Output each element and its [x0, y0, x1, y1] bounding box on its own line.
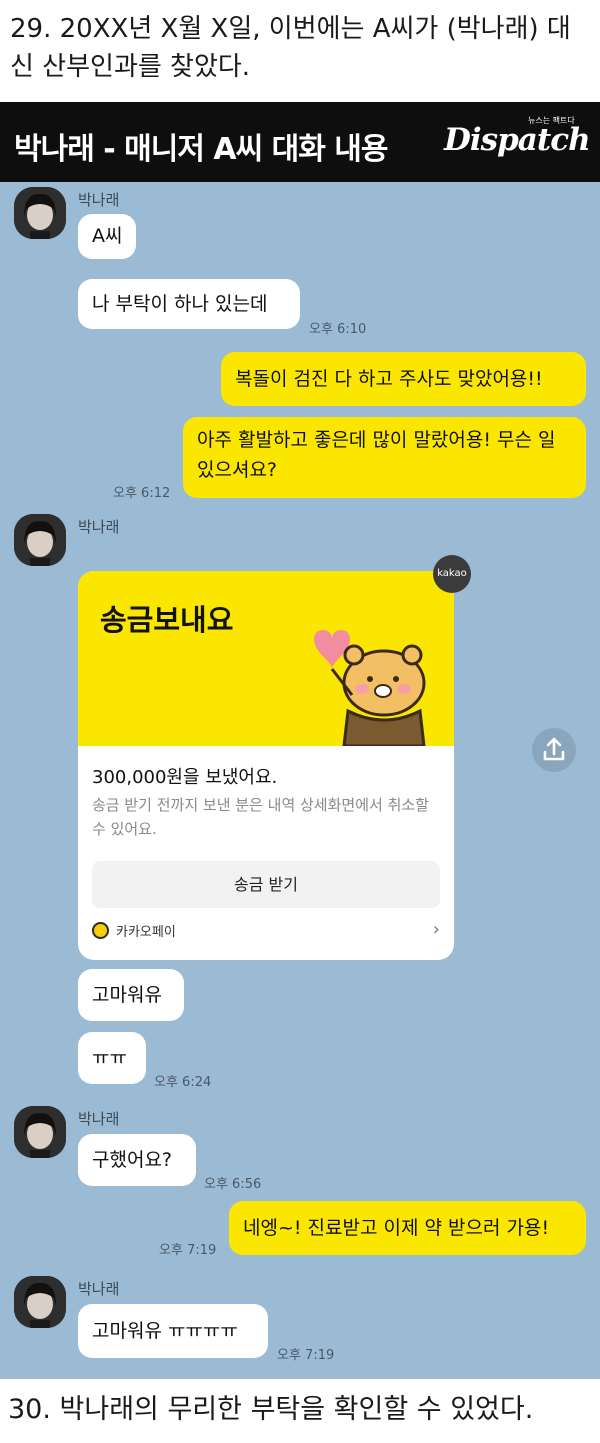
message-bubble-received[interactable]: 나 부탁이 하나 있는데 [78, 279, 300, 329]
kakao-badge: kakao [433, 555, 471, 593]
sender-name: 박나래 [78, 1110, 120, 1128]
sender-avatar[interactable] [14, 514, 66, 566]
message-bubble-sent[interactable]: 복돌이 검진 다 하고 주사도 맞았어용!! [221, 352, 586, 406]
message-bubble-sent[interactable]: 네엥~! 진료받고 이제 약 받으러 가용! [229, 1201, 586, 1255]
message-timestamp: 오후 7:19 [159, 1243, 217, 1258]
chevron-right-icon: › [432, 919, 440, 940]
ryan-heart-icon [314, 630, 426, 746]
message-bubble-received[interactable]: 구했어요? [78, 1134, 196, 1186]
message-bubble-received[interactable]: A씨 [78, 214, 137, 259]
message-timestamp: 오후 6:10 [309, 322, 367, 337]
transfer-amount: 300,000원을 보냈어요. [92, 767, 278, 788]
dispatch-logo: Dispatch [444, 122, 591, 158]
top-caption: 29. 20XX년 X월 X일, 이번에는 A씨가 (박나래) 대신 산부인과를… [0, 0, 600, 102]
sender-avatar[interactable] [14, 1106, 66, 1158]
sender-avatar[interactable] [14, 187, 66, 239]
message-bubble-received[interactable]: ㅠㅠ [78, 1032, 146, 1084]
message-bubble-received[interactable]: 고마워유 ㅠㅠㅠㅠ [78, 1304, 268, 1358]
sender-name: 박나래 [78, 191, 120, 209]
transfer-card-title: 송금보내요 [100, 603, 234, 637]
sender-avatar[interactable] [14, 1276, 66, 1328]
bottom-caption: 30. 박나래의 무리한 부탁을 확인할 수 있었다. [0, 1379, 600, 1443]
message-timestamp: 오후 6:24 [154, 1075, 212, 1090]
chat-area[interactable]: 박나래 A씨 나 부탁이 하나 있는데 오후 6:10 복돌이 검진 다 하고 … [0, 182, 600, 1379]
message-timestamp: 오후 6:56 [204, 1177, 262, 1192]
kakaopay-row[interactable]: 카카오페이 › [92, 919, 440, 943]
receive-money-button[interactable]: 송금 받기 [92, 861, 440, 908]
money-transfer-card[interactable]: 송금보내요 300,000원을 보냈어요. 송금 받기 전까지 보낸 분은 내역… [78, 571, 454, 960]
kakaopay-icon [92, 922, 109, 939]
banner-title: 박나래 - 매니저 A씨 대화 내용 [14, 132, 388, 167]
dispatch-logo-tagline: 뉴스는 팩트다 [528, 116, 575, 125]
sender-name: 박나래 [78, 1280, 120, 1298]
message-bubble-received[interactable]: 고마워유 [78, 969, 184, 1021]
share-button[interactable] [532, 728, 576, 772]
kakaopay-label: 카카오페이 [116, 925, 176, 940]
dispatch-banner: 박나래 - 매니저 A씨 대화 내용 Dispatch 뉴스는 팩트다 [0, 102, 600, 182]
transfer-description: 송금 받기 전까지 보낸 분은 내역 상세화면에서 취소할 수 있어요. [92, 796, 429, 838]
share-icon [543, 737, 565, 761]
transfer-card-header: 송금보내요 [78, 571, 454, 746]
message-timestamp: 오후 6:12 [113, 486, 171, 501]
message-timestamp: 오후 7:19 [277, 1348, 335, 1363]
message-bubble-sent[interactable]: 아주 활발하고 좋은데 많이 말랐어용! 무슨 일 있으셔요? [183, 417, 586, 498]
sender-name: 박나래 [78, 518, 120, 536]
